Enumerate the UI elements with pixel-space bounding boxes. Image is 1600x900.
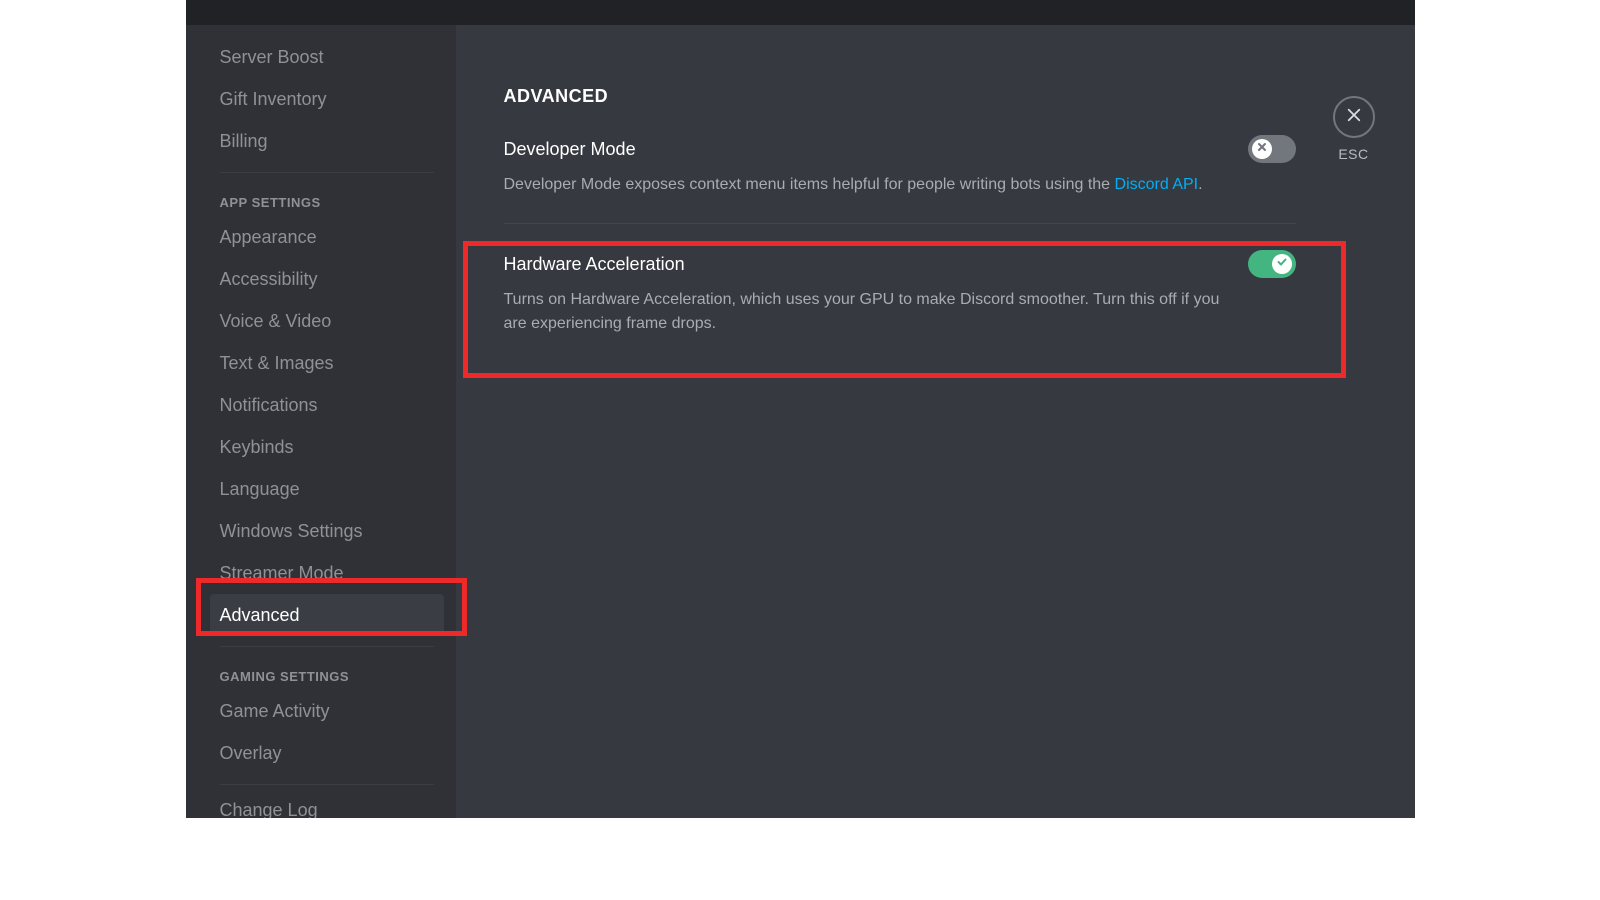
sidebar-divider [220, 646, 434, 647]
close-esc-label: ESC [1338, 146, 1368, 162]
sidebar-item-keybinds[interactable]: Keybinds [210, 426, 444, 468]
window-titlebar [186, 0, 1415, 25]
setting-hardware-acceleration: Hardware Acceleration Turns on [504, 250, 1296, 362]
close-button[interactable] [1333, 96, 1375, 138]
sidebar-item-change-log[interactable]: Change Log [210, 789, 444, 818]
check-mark-icon [1276, 255, 1288, 273]
developer-mode-toggle[interactable] [1248, 135, 1296, 163]
settings-window: Discord Nitro Server Boost Gift Inventor… [186, 0, 1415, 818]
sidebar-item-appearance[interactable]: Appearance [210, 216, 444, 258]
setting-title: Hardware Acceleration [504, 254, 685, 275]
sidebar-item-gift-inventory[interactable]: Gift Inventory [210, 78, 444, 120]
sidebar-item-notifications[interactable]: Notifications [210, 384, 444, 426]
sidebar-divider [220, 172, 434, 173]
desc-text: Developer Mode exposes context menu item… [504, 176, 1115, 193]
sidebar-item-text-images[interactable]: Text & Images [210, 342, 444, 384]
sidebar-divider [220, 784, 434, 785]
settings-sidebar: Discord Nitro Server Boost Gift Inventor… [186, 0, 456, 818]
desc-text: . [1198, 176, 1202, 193]
sidebar-item-language[interactable]: Language [210, 468, 444, 510]
page-title: ADVANCED [504, 86, 1296, 107]
setting-developer-mode: Developer Mode [504, 135, 1296, 224]
sidebar-item-game-activity[interactable]: Game Activity [210, 690, 444, 732]
sidebar-header-app-settings: APP SETTINGS [210, 177, 444, 216]
sidebar-item-advanced[interactable]: Advanced [210, 594, 444, 636]
hardware-acceleration-toggle[interactable] [1248, 250, 1296, 278]
setting-description: Turns on Hardware Acceleration, which us… [504, 288, 1244, 336]
setting-title: Developer Mode [504, 139, 636, 160]
close-icon [1345, 106, 1363, 129]
toggle-knob [1272, 254, 1292, 274]
settings-content: ESC ADVANCED Developer Mode [456, 0, 1415, 818]
sidebar-item-windows-settings[interactable]: Windows Settings [210, 510, 444, 552]
x-mark-icon [1256, 140, 1268, 158]
sidebar-item-overlay[interactable]: Overlay [210, 732, 444, 774]
sidebar-item-voice-video[interactable]: Voice & Video [210, 300, 444, 342]
setting-description: Developer Mode exposes context menu item… [504, 173, 1244, 197]
discord-api-link[interactable]: Discord API [1115, 176, 1199, 193]
toggle-knob [1252, 139, 1272, 159]
sidebar-item-accessibility[interactable]: Accessibility [210, 258, 444, 300]
sidebar-item-server-boost[interactable]: Server Boost [210, 36, 444, 78]
sidebar-item-billing[interactable]: Billing [210, 120, 444, 162]
sidebar-header-gaming-settings: GAMING SETTINGS [210, 651, 444, 690]
sidebar-item-streamer-mode[interactable]: Streamer Mode [210, 552, 444, 594]
